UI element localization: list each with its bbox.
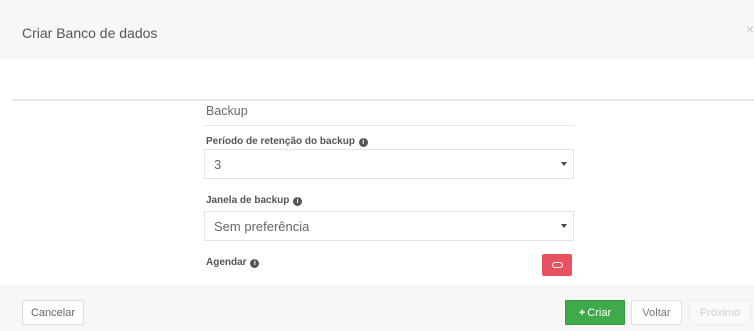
backup-window-label: Janela de backup i xyxy=(206,195,303,206)
schedule-label-text: Agendar xyxy=(206,257,247,268)
link-icon xyxy=(552,262,563,268)
retention-select[interactable]: 3 xyxy=(204,149,574,179)
header-divider xyxy=(12,99,754,101)
backup-window-select-value: Sem preferência xyxy=(214,219,310,234)
backup-window-label-text: Janela de backup xyxy=(206,195,290,206)
schedule-label: Agendar i xyxy=(206,257,260,268)
create-button-label: Criar xyxy=(587,307,612,319)
create-button[interactable]: + Criar xyxy=(565,300,625,325)
dialog-footer: Cancelar + Criar Voltar Próximo xyxy=(0,285,754,331)
info-icon: i xyxy=(293,197,303,206)
retention-select-value: 3 xyxy=(214,157,222,172)
dialog-title: Criar Banco de dados xyxy=(22,25,158,41)
next-button[interactable]: Próximo xyxy=(689,300,751,325)
backup-window-select[interactable]: Sem preferência xyxy=(204,211,574,241)
retention-label: Período de retenção do backup i xyxy=(206,136,368,147)
cancel-button[interactable]: Cancelar xyxy=(22,300,84,325)
caret-down-icon xyxy=(561,162,567,166)
caret-down-icon xyxy=(561,224,567,228)
info-icon: i xyxy=(250,259,260,268)
back-button[interactable]: Voltar xyxy=(631,300,682,325)
info-icon: i xyxy=(358,138,368,147)
retention-label-text: Período de retenção do backup xyxy=(206,136,355,147)
close-icon[interactable]: × xyxy=(746,22,754,36)
section-title-backup: Backup xyxy=(204,104,574,126)
dialog-header: Criar Banco de dados × xyxy=(0,0,754,58)
schedule-toggle[interactable] xyxy=(542,254,572,276)
plus-icon: + xyxy=(578,307,586,319)
